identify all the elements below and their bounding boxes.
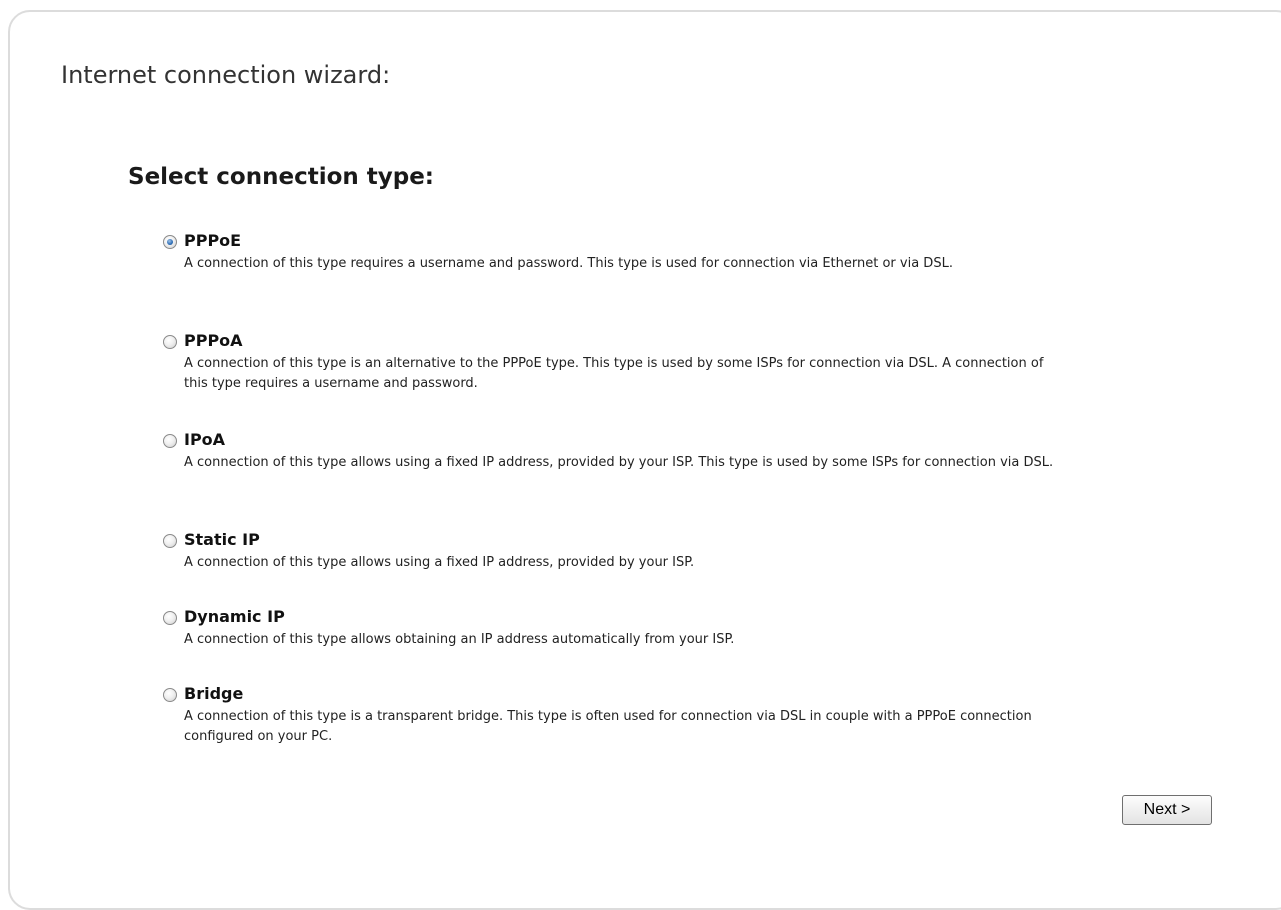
radio-pppoa[interactable] [163, 335, 177, 349]
radio-ipoa[interactable] [163, 434, 177, 448]
option-label-ipoa[interactable]: IPoA [184, 430, 225, 449]
section-title: Select connection type: [128, 164, 435, 190]
option-label-bridge[interactable]: Bridge [184, 684, 243, 703]
option-label-pppoa[interactable]: PPPoA [184, 331, 243, 350]
next-button[interactable]: Next > [1122, 795, 1212, 825]
radio-pppoe[interactable] [163, 235, 177, 249]
option-description-ipoa: A connection of this type allows using a… [184, 455, 1054, 470]
wizard-title: Internet connection wizard: [61, 61, 391, 89]
radio-dynamic-ip[interactable] [163, 611, 177, 625]
radio-bridge[interactable] [163, 688, 177, 702]
radio-static-ip[interactable] [163, 534, 177, 548]
option-description-bridge: A connection of this type is a transpare… [184, 709, 1032, 744]
option-label-dynamic-ip[interactable]: Dynamic IP [184, 607, 285, 626]
option-label-static-ip[interactable]: Static IP [184, 530, 260, 549]
option-description-static-ip: A connection of this type allows using a… [184, 555, 695, 570]
option-label-pppoe[interactable]: PPPoE [184, 231, 241, 250]
option-description-pppoe: A connection of this type requires a use… [184, 256, 953, 271]
option-description-pppoa: A connection of this type is an alternat… [184, 356, 1044, 391]
option-description-dynamic-ip: A connection of this type allows obtaini… [184, 632, 735, 647]
